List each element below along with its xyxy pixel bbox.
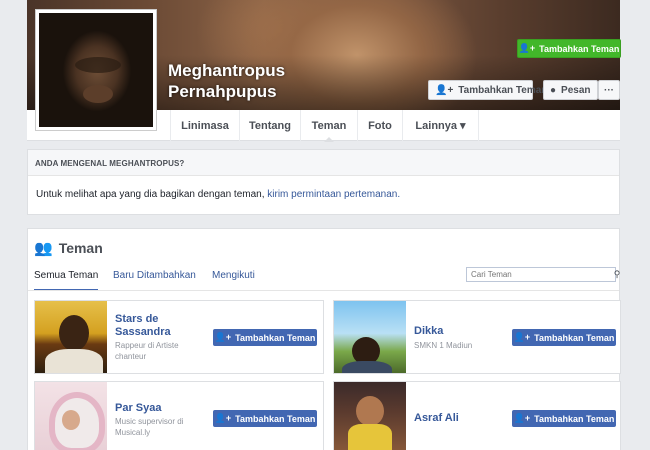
- add-friend-button[interactable]: 👤+ Tambahkan Teman: [213, 329, 317, 346]
- add-friend-icon: 👤+: [513, 332, 531, 342]
- add-friend-button[interactable]: 👤+ Tambahkan Teman: [512, 329, 616, 346]
- tab-tentang[interactable]: Tentang: [240, 110, 301, 141]
- friend-card: Asraf Ali 👤+ Tambahkan Teman: [333, 381, 621, 450]
- tab-linimasa[interactable]: Linimasa: [170, 110, 240, 141]
- divider: [28, 290, 619, 291]
- friend-photo[interactable]: [35, 301, 107, 373]
- friends-tab-following[interactable]: Mengikuti: [212, 270, 255, 281]
- add-friend-label: Tambahkan Teman: [235, 332, 316, 343]
- add-friend-green-label: Tambahkan Teman: [539, 43, 620, 54]
- search-friends-input[interactable]: [466, 267, 616, 282]
- friends-title: 👥 Teman: [34, 239, 103, 257]
- friends-title-label[interactable]: Teman: [59, 240, 103, 256]
- friends-tab-recent[interactable]: Baru Ditambahkan: [113, 270, 196, 281]
- friend-name[interactable]: Par Syaa: [115, 402, 210, 415]
- friend-card: Par Syaa Music supervisor di Musical.ly …: [34, 381, 324, 450]
- friend-subtitle: SMKN 1 Madiun: [414, 341, 473, 350]
- friend-subtitle: Rappeur di Artiste chanteur: [115, 341, 179, 361]
- friend-name[interactable]: Stars de Sassandra: [115, 313, 210, 339]
- friend-name[interactable]: Dikka: [414, 325, 509, 338]
- add-friend-button[interactable]: 👤+ Tambahkan Teman: [213, 410, 317, 427]
- add-friend-icon: 👤+: [513, 413, 531, 423]
- know-text-prefix: Untuk melihat apa yang dia bagikan denga…: [36, 189, 265, 200]
- tab-foto[interactable]: Foto: [358, 110, 403, 141]
- friends-icon: 👥: [34, 240, 53, 257]
- friend-subtitle: Music supervisor di Musical.ly: [115, 417, 184, 437]
- add-friend-icon: 👤+: [214, 413, 232, 423]
- message-label: Pesan: [561, 84, 591, 96]
- friend-card: Dikka SMKN 1 Madiun 👤+ Tambahkan Teman: [333, 300, 621, 374]
- more-button[interactable]: ···: [598, 80, 620, 100]
- friends-tab-all[interactable]: Semua Teman: [34, 270, 99, 291]
- friends-section: 👥 Teman Semua Teman Baru Ditambahkan Men…: [27, 228, 623, 450]
- know-heading: ANDA MENGENAL MEGHANTROPUS?: [28, 150, 619, 176]
- add-friend-green-button[interactable]: 👤+ Tambahkan Teman: [517, 39, 621, 58]
- friend-card: Stars de Sassandra Rappeur di Artiste ch…: [34, 300, 324, 374]
- add-friend-icon: 👤+: [435, 84, 454, 96]
- add-friend-button[interactable]: 👤+ Tambahkan Teman: [428, 80, 547, 100]
- tab-lainnya[interactable]: Lainnya ▾: [403, 110, 479, 141]
- tab-teman[interactable]: Teman: [301, 110, 358, 142]
- friend-name[interactable]: Asraf Ali: [414, 412, 509, 425]
- add-friend-button[interactable]: 👤+ Tambahkan Teman: [512, 410, 616, 427]
- profile-picture-image: [39, 13, 153, 127]
- friend-photo[interactable]: [334, 382, 406, 450]
- profile-name[interactable]: Meghantropus Pernahpupus: [168, 60, 318, 102]
- add-friend-icon: 👤+: [518, 43, 536, 53]
- send-request-link[interactable]: kirim permintaan pertemanan.: [267, 189, 400, 200]
- add-friend-label: Tambahkan Teman: [458, 84, 548, 96]
- add-friend-label: Tambahkan Teman: [534, 413, 615, 424]
- search-icon[interactable]: ⚲: [611, 267, 623, 282]
- message-button[interactable]: ● Pesan: [543, 80, 598, 100]
- add-friend-label: Tambahkan Teman: [534, 332, 615, 343]
- more-dots: ···: [604, 84, 614, 96]
- know-box: ANDA MENGENAL MEGHANTROPUS? Untuk meliha…: [27, 149, 620, 215]
- message-icon: ●: [550, 84, 557, 96]
- add-friend-label: Tambahkan Teman: [235, 413, 316, 424]
- profile-picture[interactable]: [35, 9, 157, 131]
- friend-photo[interactable]: [35, 382, 107, 450]
- friend-photo[interactable]: [334, 301, 406, 373]
- add-friend-icon: 👤+: [214, 332, 232, 342]
- know-text: Untuk melihat apa yang dia bagikan denga…: [36, 189, 400, 200]
